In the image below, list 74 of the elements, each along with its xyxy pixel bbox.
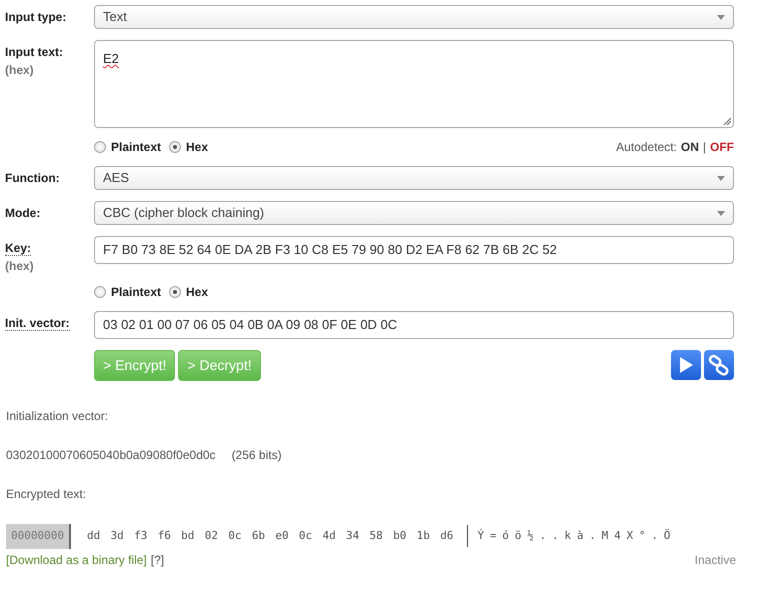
autodetect-label: Autodetect: [616,139,677,156]
ascii-char: ö [514,528,522,544]
radio-button[interactable] [94,286,106,298]
radio-button[interactable] [169,141,182,153]
offset-cell: 00000000 [6,524,71,548]
ascii-char: . [540,528,546,544]
ascii-char: ½ [527,528,534,544]
format-hint: (hex) [5,259,35,273]
field-label: Function: [5,171,60,185]
resize-grip-icon [723,117,731,125]
hex-byte: 3d [110,528,124,544]
hex-byte: bd [181,528,194,544]
radio-button[interactable] [94,141,106,153]
field-label: Input text: [5,45,63,59]
dropdown[interactable]: AES [94,166,734,190]
caret-icon [717,176,725,180]
ascii-char: ó [502,528,509,544]
caret-icon [717,210,725,216]
radio-option[interactable]: Hex [169,138,208,156]
bit-length: (256 bits) [232,447,282,464]
radio-button[interactable] [169,286,182,298]
hex-byte: 4d [322,528,336,544]
input-field[interactable]: 03 02 01 00 07 06 05 04 0B 0A 09 08 0F 0E 0D 0C [94,311,734,339]
link-icon [708,354,730,376]
ascii-char: ° [638,528,646,544]
ascii-char: k [564,528,572,544]
hex-byte: dd [86,528,100,544]
hex-byte: 1b [416,528,430,544]
separator: | [702,139,706,156]
hex-byte: 6b [252,528,266,544]
dropdown[interactable]: Text [94,5,734,29]
ascii-char: . [589,528,596,544]
field-label: Mode: [5,206,40,220]
hex-byte: 0c [298,528,312,544]
field-label: Input type: [5,10,66,24]
ascii-char: 4 [614,528,621,544]
ascii-char: à [576,528,584,544]
input-field[interactable]: F7 B0 73 8E 52 64 0E DA 2B F3 10 C8 E5 79 90 80 D2 EA F8 62 7B 6B 2C 52 [94,236,734,264]
text-area[interactable]: E2 [94,40,734,128]
field-label: Init. vector: [5,316,70,331]
format-hint: (hex) [5,63,35,77]
hex-byte: 0c [228,528,242,544]
radio-option[interactable]: Plaintext [94,138,162,156]
radio-option[interactable]: Hex [169,283,208,301]
dropdown[interactable]: CBC (cipher block chaining) [94,201,734,225]
ascii-char: M [602,528,608,544]
hex-byte: d6 [440,528,454,544]
hex-byte: b0 [393,528,406,544]
help-link[interactable]: [?] [150,550,164,568]
caret-icon [717,14,725,20]
section-label: Initialization vector: [6,408,110,425]
iv-value: 03020100070605040b0a09080f0e0d0c [6,447,216,464]
link-button[interactable] [704,350,734,380]
ascii-char: X [626,528,634,544]
toggle-link[interactable]: OFF [710,138,734,156]
ascii-char: = [490,528,496,544]
hex-byte: 34 [346,528,360,544]
radio-option[interactable]: Plaintext [94,283,162,301]
hex-byte: 02 [204,528,218,544]
ascii-char: Ý [477,528,484,544]
ascii-char: . [552,528,559,544]
section-label: Encrypted text: [6,486,88,503]
field-label: Key: [5,241,32,256]
ascii-char: . [651,528,658,544]
hex-byte: f3 [134,528,148,544]
play-button[interactable] [671,350,701,380]
play-icon [677,356,695,374]
download-link[interactable]: [Download as a binary file] [6,550,147,568]
hex-byte: f6 [158,528,171,544]
hex-byte: e0 [275,528,289,544]
status-text: Inactive [694,552,736,568]
toggle-link[interactable]: ON [680,138,699,156]
ascii-char: Ö [664,528,670,544]
hex-byte: 58 [370,528,383,544]
